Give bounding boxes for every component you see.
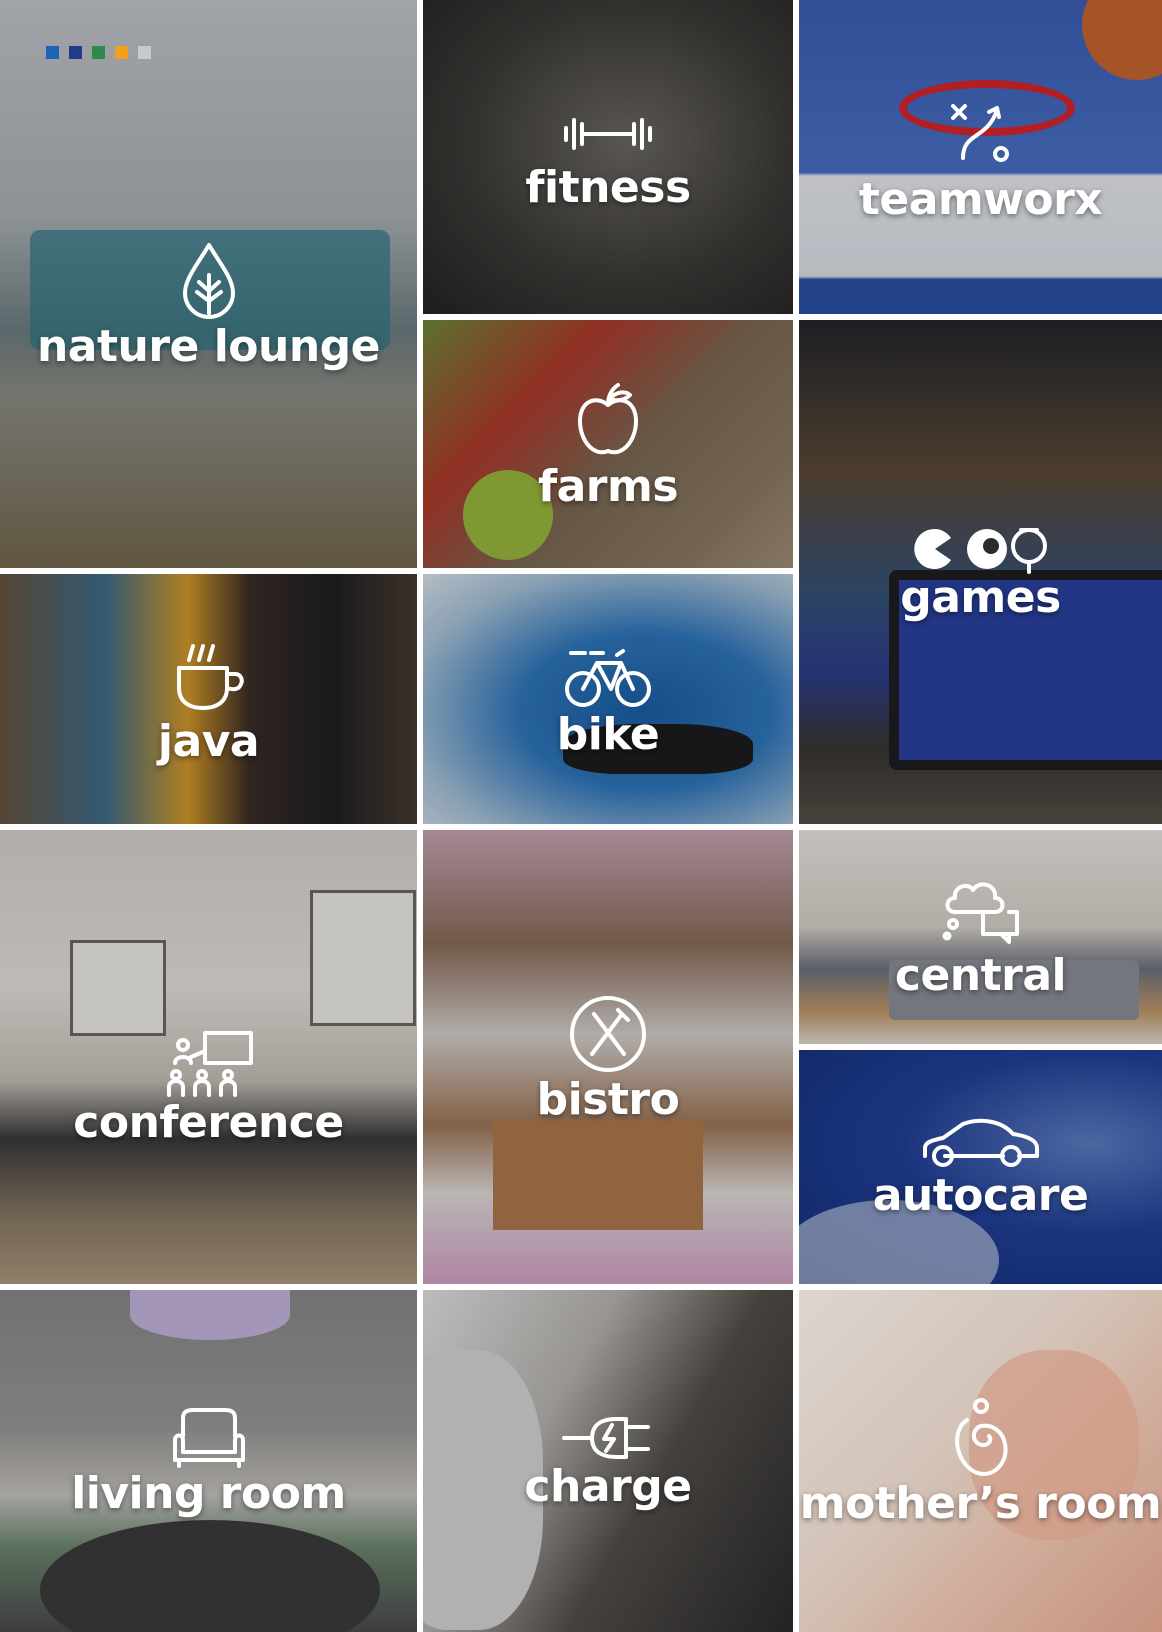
tile-charge[interactable]: charge (423, 1290, 793, 1632)
apple-icon (566, 379, 650, 463)
brand-square (138, 46, 151, 59)
tile-label: bistro (536, 1074, 680, 1125)
brand-square (115, 46, 128, 59)
tile-farms[interactable]: farms (423, 320, 793, 568)
play-strategy-icon (939, 92, 1023, 176)
brand-square (46, 46, 59, 59)
tile-living-room[interactable]: living room (0, 1290, 417, 1632)
tile-java[interactable]: java (0, 574, 417, 824)
tile-central[interactable]: central (799, 830, 1162, 1044)
tile-nature-lounge[interactable]: nature lounge (0, 0, 417, 568)
tile-label: charge (524, 1461, 692, 1512)
tile-bike[interactable]: bike (423, 574, 793, 824)
tile-label: teamworx (858, 174, 1103, 225)
tile-label: mother’s room (799, 1478, 1162, 1529)
ev-plug-icon (560, 1413, 656, 1463)
tile-teamworx[interactable]: teamworx (799, 0, 1162, 314)
pacman-billiard-ball-icon (911, 524, 1051, 574)
leaf-drop-icon (167, 239, 251, 323)
tile-games[interactable]: games (799, 320, 1162, 824)
brand-square (69, 46, 82, 59)
tile-label: central (894, 950, 1067, 1001)
amenities-grid: nature lounge fitness teamworx farms gam… (0, 0, 1162, 1632)
brand-square (92, 46, 105, 59)
armchair-icon (169, 1406, 249, 1470)
tile-label: fitness (525, 162, 691, 213)
dumbbell-icon (560, 104, 656, 164)
brand-squares (46, 46, 151, 59)
tile-fitness[interactable]: fitness (423, 0, 793, 314)
tile-label: nature lounge (36, 321, 381, 372)
presentation-audience-icon (161, 1029, 257, 1099)
fork-knife-icon (566, 992, 650, 1076)
bicycle-icon (563, 641, 653, 711)
tile-bistro[interactable]: bistro (423, 830, 793, 1284)
thought-chat-bubbles-icon (939, 876, 1023, 952)
tile-label: java (157, 716, 260, 767)
tile-label: farms (537, 461, 679, 512)
tile-conference[interactable]: conference (0, 830, 417, 1284)
tile-label: conference (73, 1097, 344, 1148)
tile-mothers-room[interactable]: mother’s room (799, 1290, 1162, 1632)
coffee-cup-icon (167, 634, 251, 718)
tile-label: living room (71, 1468, 346, 1519)
tile-label: autocare (872, 1170, 1089, 1221)
mother-baby-icon (949, 1396, 1013, 1480)
car-icon (919, 1116, 1043, 1172)
tile-autocare[interactable]: autocare (799, 1050, 1162, 1284)
tile-label: games (900, 572, 1061, 623)
tile-label: bike (556, 709, 660, 760)
